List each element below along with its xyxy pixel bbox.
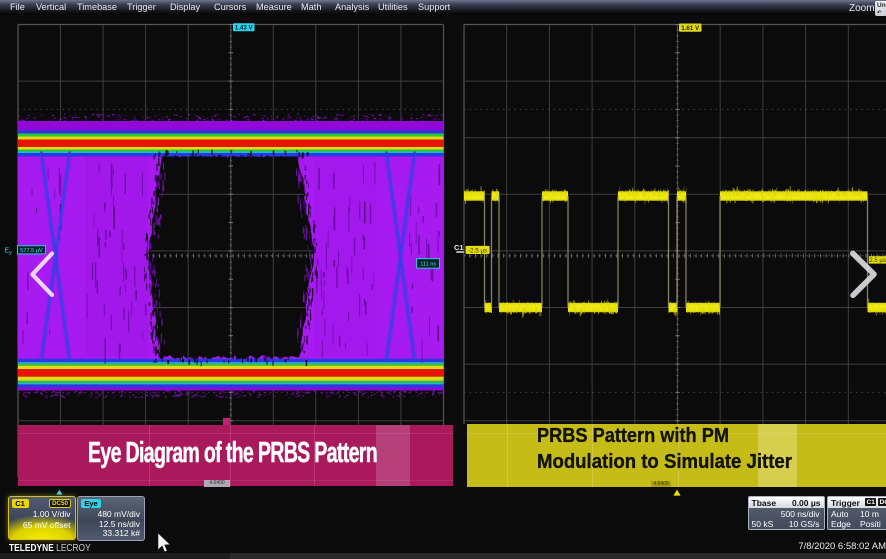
- svg-text:1.43 V: 1.43 V: [235, 25, 254, 32]
- svg-text:1.61 V: 1.61 V: [681, 25, 700, 32]
- svg-text:577.5 µV: 577.5 µV: [20, 248, 43, 254]
- svg-text:2.5 µs: 2.5 µs: [869, 258, 885, 264]
- svg-text:-2.5 µs: -2.5 µs: [468, 247, 487, 254]
- svg-text:Ey: Ey: [5, 248, 13, 257]
- svg-text:C1: C1: [454, 243, 464, 252]
- svg-text:111 ns: 111 ns: [420, 262, 436, 268]
